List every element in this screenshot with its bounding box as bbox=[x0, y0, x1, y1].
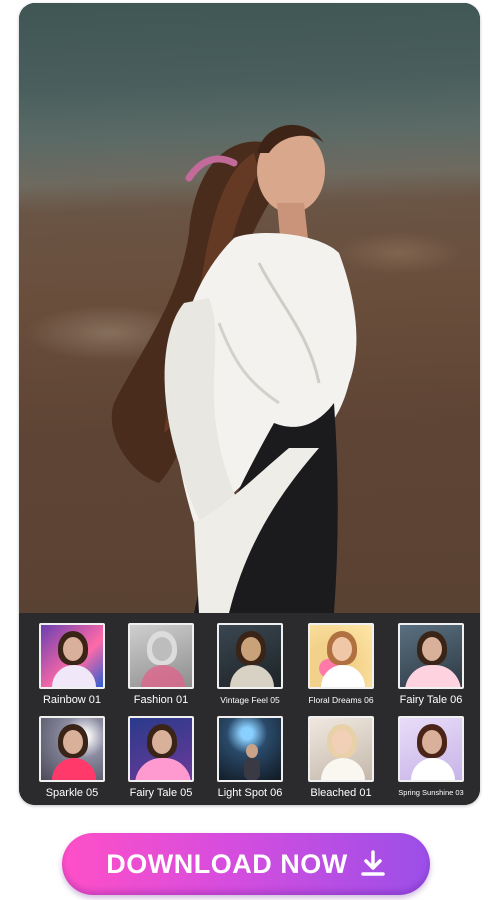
filter-panel: Rainbow 01 Fashion 01 Vintage Feel 05 Fl… bbox=[19, 613, 480, 805]
ad-screen: Rainbow 01 Fashion 01 Vintage Feel 05 Fl… bbox=[0, 0, 500, 900]
thumbnail-figure-head bbox=[152, 637, 172, 661]
filter-tile[interactable]: Fairy Tale 06 bbox=[394, 623, 480, 709]
main-photo bbox=[19, 3, 480, 613]
filter-tile[interactable]: Floral Dreams 06 bbox=[304, 623, 390, 709]
thumbnail-figure-body bbox=[141, 665, 185, 687]
thumbnail-figure-head bbox=[422, 730, 442, 754]
thumbnail-figure-body bbox=[321, 665, 365, 687]
filter-label: Fashion 01 bbox=[133, 694, 189, 706]
filter-tile[interactable]: Rainbow 01 bbox=[35, 623, 121, 709]
thumbnail-figure-body bbox=[135, 758, 191, 780]
preview-card: Rainbow 01 Fashion 01 Vintage Feel 05 Fl… bbox=[19, 3, 480, 805]
filter-label: Spring Sunshine 03 bbox=[398, 788, 464, 797]
filter-tile[interactable]: Spring Sunshine 03 bbox=[394, 716, 480, 802]
filter-thumbnail[interactable] bbox=[398, 623, 464, 689]
filter-label: Floral Dreams 06 bbox=[308, 695, 374, 705]
download-now-button[interactable]: DOWNLOAD NOW bbox=[62, 833, 430, 895]
thumbnail-figure-head bbox=[332, 730, 352, 754]
thumbnail-figure-body bbox=[321, 758, 365, 780]
filter-label: Bleached 01 bbox=[310, 787, 372, 799]
download-arrow-icon bbox=[360, 850, 385, 876]
thumbnail-figure-head bbox=[422, 637, 442, 661]
download-button-label: DOWNLOAD NOW bbox=[106, 848, 348, 879]
thumbnail-figure-head bbox=[152, 730, 172, 754]
filter-thumbnail[interactable] bbox=[128, 716, 194, 782]
filter-tile[interactable]: Vintage Feel 05 bbox=[213, 623, 299, 709]
filter-thumbnail[interactable] bbox=[39, 623, 105, 689]
thumbnail-figure-body bbox=[405, 665, 461, 687]
filter-thumbnail[interactable] bbox=[398, 716, 464, 782]
filter-tile[interactable]: Fairy Tale 05 bbox=[124, 716, 210, 802]
filter-thumbnail[interactable] bbox=[308, 716, 374, 782]
filter-label: Light Spot 06 bbox=[217, 787, 283, 799]
filter-thumbnail[interactable] bbox=[217, 716, 283, 782]
filter-thumbnail[interactable] bbox=[217, 623, 283, 689]
filter-tile[interactable]: Fashion 01 bbox=[124, 623, 210, 709]
filter-tile[interactable]: Sparkle 05 bbox=[35, 716, 121, 802]
filter-label: Sparkle 05 bbox=[45, 787, 99, 799]
thumbnail-figure-body bbox=[411, 758, 455, 780]
filter-tile[interactable]: Bleached 01 bbox=[304, 716, 390, 802]
thumbnail-figure-head bbox=[63, 730, 83, 754]
filter-tile[interactable]: Light Spot 06 bbox=[213, 716, 299, 802]
thumbnail-figure-head bbox=[63, 637, 83, 661]
filter-thumbnail[interactable] bbox=[39, 716, 105, 782]
filter-thumbnail[interactable] bbox=[308, 623, 374, 689]
filter-thumbnail[interactable] bbox=[128, 623, 194, 689]
filter-label: Rainbow 01 bbox=[42, 694, 102, 706]
thumbnail-figure-body bbox=[52, 665, 96, 687]
filter-label: Fairy Tale 05 bbox=[129, 787, 193, 799]
filter-label: Fairy Tale 06 bbox=[399, 694, 463, 706]
thumbnail-figure-body bbox=[230, 665, 274, 687]
filter-label: Vintage Feel 05 bbox=[220, 695, 280, 705]
thumbnail-figure-head bbox=[241, 637, 261, 661]
thumbnail-figure-head bbox=[246, 744, 258, 758]
thumbnail-figure-body bbox=[244, 758, 260, 780]
woman-photo-illustration bbox=[111, 124, 357, 613]
thumbnail-figure-head bbox=[332, 637, 352, 661]
thumbnail-figure-body bbox=[52, 758, 96, 780]
